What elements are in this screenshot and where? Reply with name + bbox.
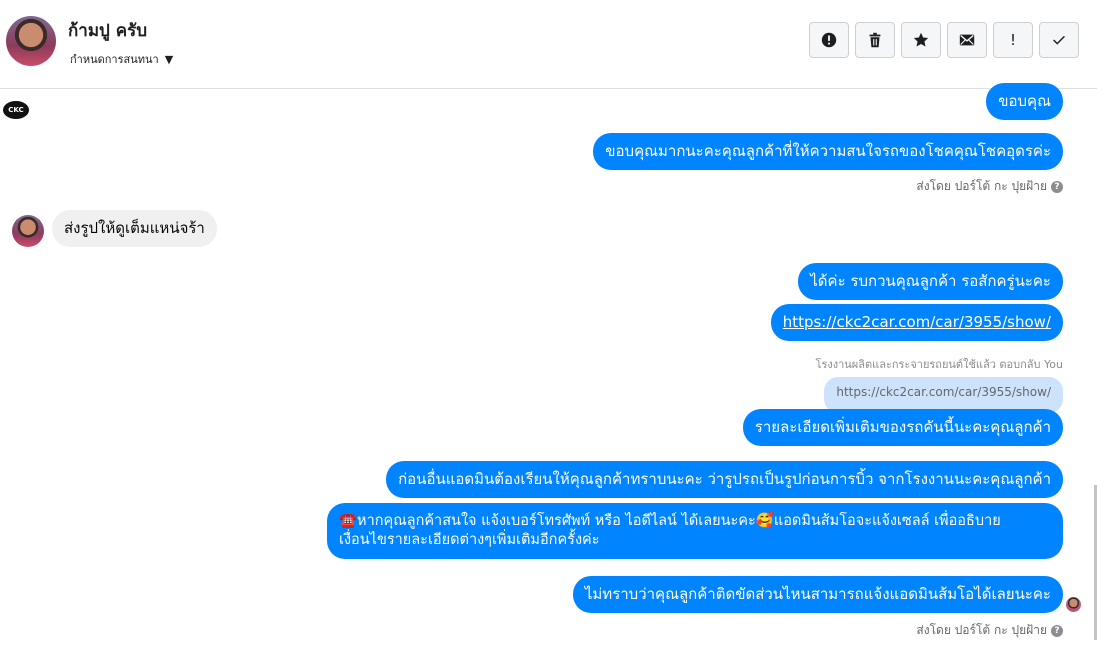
sent-by-text: ส่งโดย ปอร์โต้ กะ ปุยฝ้าย [916, 623, 1047, 637]
exclamation-icon: ! [1009, 31, 1016, 49]
conversation-options-label: กำหนดการสนทนา [70, 53, 159, 66]
outgoing-message[interactable]: ☎️หากคุณลูกค้าสนใจ แจ้งเบอร์โทรศัพท์ หรื… [327, 503, 1063, 559]
sent-by-label: ส่งโดย ปอร์โต้ กะ ปุยฝ้าย ? [916, 621, 1063, 640]
message-thread: CKC ขอบคุณ ขอบคุณมากนะคะคุณลูกค้าที่ให้ค… [0, 83, 1097, 665]
alert-circle-icon [821, 32, 837, 48]
mail-icon [959, 34, 975, 46]
contact-avatar[interactable] [6, 16, 56, 66]
contact-name[interactable]: ก้ามปู ครับ [68, 17, 147, 44]
help-icon[interactable]: ? [1051, 624, 1063, 637]
conversation-header: ก้ามปู ครับ กำหนดการสนทนา ▼ ! [0, 0, 1097, 89]
outgoing-message[interactable]: ได้ค่ะ รบกวนคุณลูกค้า รอสักครู่นะคะ [798, 263, 1063, 300]
priority-button[interactable]: ! [993, 22, 1033, 58]
outgoing-message[interactable]: ไม่ทราบว่าคุณลูกค้าติดขัดส่วนไหนสามารถแจ… [572, 576, 1063, 613]
done-button[interactable] [1039, 22, 1079, 58]
check-icon [1053, 35, 1065, 45]
seen-indicator-avatar [1066, 597, 1081, 612]
star-icon [913, 32, 929, 47]
sent-by-text: ส่งโดย ปอร์โต้ กะ ปุยฝ้าย [916, 179, 1047, 193]
reply-quote[interactable]: https://ckc2car.com/car/3955/show/ [824, 377, 1063, 413]
help-icon[interactable]: ? [1051, 180, 1063, 193]
outgoing-link-message[interactable]: https://ckc2car.com/car/3955/show/ [770, 304, 1063, 341]
page-logo-avatar: CKC [3, 101, 29, 119]
outgoing-message[interactable]: ขอบคุณมากนะคะคุณลูกค้าที่ให้ความสนใจรถขอ… [593, 133, 1063, 170]
trash-icon [869, 32, 881, 48]
outgoing-message[interactable]: ขอบคุณ [986, 83, 1063, 120]
message-line: เงื่อนไขรายละเอียดต่างๆเพิ่มเติมอีกครั้ง… [339, 532, 600, 548]
caret-down-icon: ▼ [164, 52, 174, 66]
incoming-message[interactable]: ส่งรูปให้ดูเต็มแหน่จร้า [52, 210, 217, 247]
message-line: ☎️หากคุณลูกค้าสนใจ แจ้งเบอร์โทรศัพท์ หรื… [339, 513, 1001, 529]
report-button[interactable] [809, 22, 849, 58]
mark-unread-button[interactable] [947, 22, 987, 58]
conversation-options[interactable]: กำหนดการสนทนา ▼ [70, 50, 173, 68]
outgoing-message[interactable]: ก่อนอื่นแอดมินต้องเรียนให้คุณลูกค้าทราบน… [386, 461, 1063, 498]
sent-by-label: ส่งโดย ปอร์โต้ กะ ปุยฝ้าย ? [916, 177, 1063, 196]
contact-message-avatar[interactable] [12, 215, 44, 247]
star-button[interactable] [901, 22, 941, 58]
action-toolbar: ! [809, 22, 1079, 58]
delete-button[interactable] [855, 22, 895, 58]
reply-label: โรงงานผลิตและกระจายรถยนต์ใช้แล้ว ตอบกลับ… [815, 358, 1063, 371]
outgoing-message[interactable]: รายละเอียดเพิ่มเติมของรถคันนี้นะคะคุณลูก… [742, 409, 1063, 446]
